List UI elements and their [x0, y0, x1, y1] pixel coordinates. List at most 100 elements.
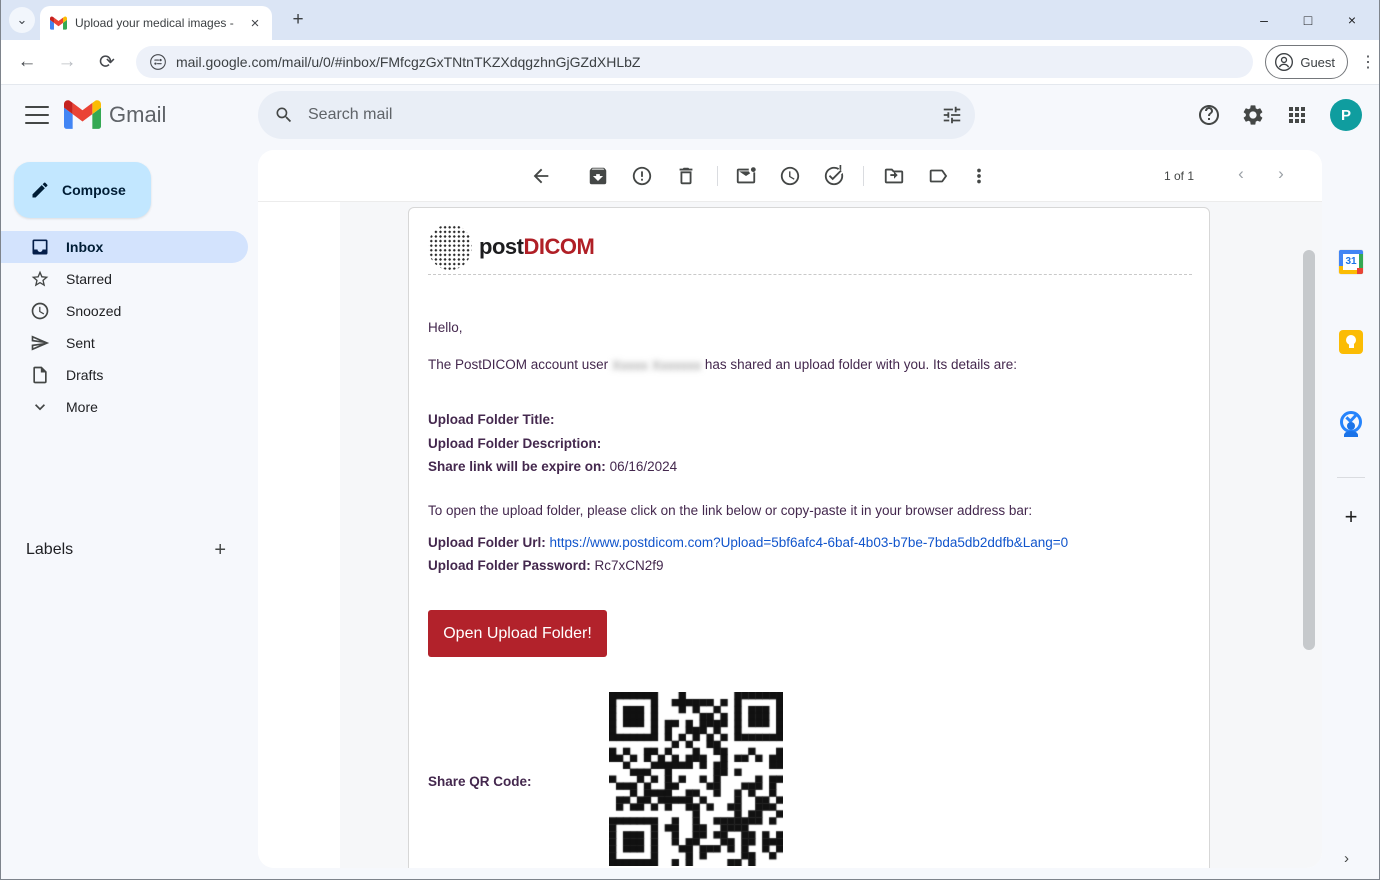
sidebar-item-snoozed[interactable]: Snoozed — [0, 295, 248, 327]
postdicom-logo: postDICOM — [428, 224, 594, 270]
site-settings-icon[interactable] — [150, 54, 166, 70]
label-icon[interactable] — [927, 165, 949, 187]
upload-folder-link[interactable]: https://www.postdicom.com?Upload=5bf6afc… — [550, 535, 1069, 550]
calendar-icon[interactable]: 31 — [1339, 250, 1363, 274]
search-filter-icon[interactable] — [941, 104, 963, 126]
tab-close-icon[interactable]: × — [246, 14, 264, 32]
browser-toolbar: ← → ⟳ mail.google.com/mail/u/0/#inbox/FM… — [0, 40, 1380, 85]
mark-unread-icon[interactable] — [735, 165, 757, 187]
tab-title: Upload your medical images - P — [75, 16, 235, 30]
brand-post: post — [479, 234, 523, 259]
apps-grid-icon[interactable] — [1285, 103, 1309, 127]
search-input[interactable] — [308, 106, 941, 124]
move-to-icon[interactable] — [883, 165, 905, 187]
delete-icon[interactable] — [675, 165, 697, 187]
person-icon — [1274, 52, 1294, 72]
sidebar-item-more[interactable]: More — [0, 391, 248, 423]
tab-search-button[interactable]: ⌄ — [9, 7, 35, 33]
window-minimize-button[interactable]: – — [1242, 0, 1286, 40]
mail-toolbar: 1 of 1 ‹ › — [258, 150, 1322, 202]
folder-description-label: Upload Folder Description: — [428, 436, 601, 451]
compose-label: Compose — [62, 182, 126, 198]
sidebar-item-sent[interactable]: Sent — [0, 327, 248, 359]
sidebar-item-label: Starred — [66, 271, 112, 287]
chevron-down-icon: ⌄ — [17, 12, 28, 28]
postdicom-globe-icon — [428, 224, 472, 270]
sidebar-item-inbox[interactable]: Inbox — [0, 231, 248, 263]
sidebar-item-drafts[interactable]: Drafts — [0, 359, 248, 391]
get-addons-button[interactable]: + — [1339, 505, 1363, 529]
draft-file-icon — [30, 365, 50, 385]
email-content-box: postDICOM Hello, The PostDICOM account u… — [408, 207, 1210, 868]
newer-email-button[interactable]: ‹ — [1229, 164, 1253, 184]
intro-before: The PostDICOM account user — [428, 357, 608, 372]
window-maximize-button[interactable]: □ — [1286, 0, 1330, 40]
report-spam-icon[interactable] — [631, 165, 653, 187]
expire-label: Share link will be expire on: — [428, 459, 606, 474]
greeting-text: Hello, — [428, 320, 463, 335]
settings-gear-icon[interactable] — [1241, 103, 1265, 127]
brand-dicom: DICOM — [523, 234, 594, 259]
archive-icon[interactable] — [587, 165, 609, 187]
browser-tab[interactable]: Upload your medical images - P × — [40, 6, 272, 40]
dashed-divider — [428, 274, 1192, 275]
expire-value: 06/16/2024 — [610, 459, 678, 474]
contacts-icon[interactable] — [1339, 418, 1363, 442]
hide-side-panel-button[interactable]: › — [1344, 850, 1349, 867]
keep-icon[interactable] — [1339, 330, 1363, 354]
browser-tab-strip: ⌄ Upload your medical images - P × + – □… — [0, 0, 1380, 40]
sidebar-item-starred[interactable]: Starred — [0, 263, 248, 295]
clock-icon — [30, 301, 50, 321]
back-to-inbox-icon[interactable] — [530, 165, 552, 187]
intro-text: The PostDICOM account user Xxxxx Xxxxxxx… — [428, 357, 1017, 372]
search-bar[interactable] — [258, 91, 975, 139]
browser-menu-button[interactable]: ⋮ — [1356, 50, 1380, 74]
sidebar-item-label: Drafts — [66, 367, 103, 383]
older-email-button[interactable]: › — [1269, 164, 1293, 184]
more-options-icon[interactable] — [968, 165, 990, 187]
sidebar-item-label: Inbox — [66, 239, 103, 255]
help-icon[interactable] — [1197, 103, 1221, 127]
gmail-wordmark: Gmail — [109, 102, 166, 128]
back-button[interactable]: ← — [14, 49, 40, 75]
compose-button[interactable]: Compose — [14, 162, 151, 218]
add-to-tasks-icon[interactable] — [823, 165, 845, 187]
gmail-sidebar: Compose Inbox Starred Snoozed Sent — [0, 145, 258, 880]
window-close-button[interactable]: × — [1330, 0, 1374, 40]
email-reading-area: postDICOM Hello, The PostDICOM account u… — [258, 202, 1322, 868]
profile-guest-button[interactable]: Guest — [1265, 45, 1348, 79]
add-label-button[interactable]: + — [214, 539, 226, 562]
password-label: Upload Folder Password: — [428, 558, 591, 573]
new-tab-button[interactable]: + — [286, 8, 310, 32]
pencil-icon — [30, 180, 50, 200]
email-scrollbar[interactable] — [1303, 250, 1315, 650]
snooze-icon[interactable] — [779, 165, 801, 187]
calendar-day: 31 — [1339, 256, 1363, 267]
qr-code-image — [609, 692, 783, 866]
gmail-favicon-icon — [50, 16, 67, 30]
gmail-logo[interactable]: Gmail — [64, 100, 166, 129]
reload-button[interactable]: ⟳ — [94, 49, 120, 75]
guest-label: Guest — [1300, 55, 1335, 70]
inbox-icon — [30, 237, 50, 257]
search-icon[interactable] — [274, 105, 294, 125]
sidebar-item-label: Snoozed — [66, 303, 121, 319]
mail-reading-pane: 1 of 1 ‹ › postDICOM Hello, The PostDIC — [258, 150, 1322, 868]
labels-header: Labels — [26, 541, 73, 559]
sidebar-item-label: Sent — [66, 335, 95, 351]
intro-after: has shared an upload folder with you. It… — [705, 357, 1017, 372]
address-bar[interactable]: mail.google.com/mail/u/0/#inbox/FMfcgzGx… — [136, 46, 1253, 78]
password-line: Upload Folder Password: Rc7xCN2f9 — [428, 558, 664, 573]
forward-button[interactable]: → — [54, 49, 80, 75]
send-icon — [30, 333, 50, 353]
star-icon — [30, 269, 50, 289]
redacted-username: Xxxxx Xxxxxxx — [612, 358, 701, 373]
main-menu-icon[interactable] — [25, 106, 49, 124]
open-upload-folder-button[interactable]: Open Upload Folder! — [428, 610, 607, 657]
url-text[interactable]: mail.google.com/mail/u/0/#inbox/FMfcgzGx… — [176, 54, 641, 70]
password-value: Rc7xCN2f9 — [595, 558, 664, 573]
upload-url-line: Upload Folder Url: https://www.postdicom… — [428, 535, 1068, 550]
pagination-count: 1 of 1 — [1164, 169, 1194, 183]
profile-avatar[interactable]: P — [1330, 99, 1362, 131]
folder-details: Upload Folder Title: Upload Folder Descr… — [428, 408, 677, 479]
